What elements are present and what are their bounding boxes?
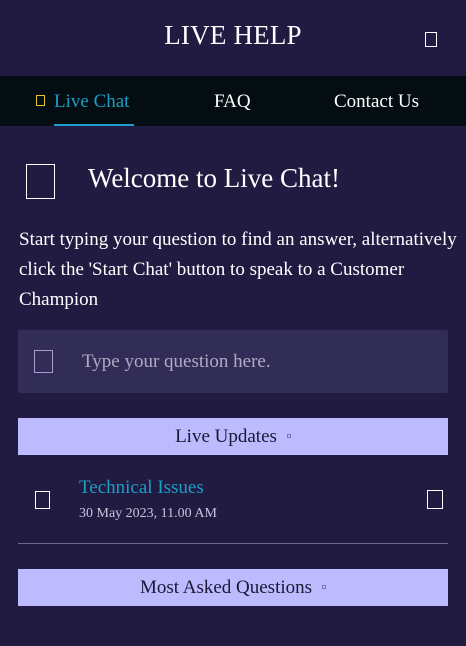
intro-text: Start typing your question to find an an…: [19, 229, 457, 310]
search-input[interactable]: [82, 330, 432, 393]
active-tab-indicator: [54, 124, 134, 126]
tab-faq-label: FAQ: [214, 91, 251, 112]
alert-icon: [35, 491, 50, 509]
most-asked-toggle[interactable]: Most Asked Questions: [18, 569, 448, 606]
chat-bubble-icon: [26, 164, 55, 199]
search-box: [18, 330, 448, 393]
chevron-right-icon[interactable]: [427, 490, 443, 509]
tab-contact-us-label: Contact Us: [334, 91, 419, 112]
live-updates-toggle[interactable]: Live Updates: [18, 418, 448, 455]
live-help-panel: LIVE HELP Live Chat FAQ Contact Us Welco…: [0, 0, 466, 646]
header: LIVE HELP: [0, 0, 466, 76]
most-asked-label: Most Asked Questions: [139, 577, 313, 598]
tab-contact-us[interactable]: Contact Us: [334, 76, 419, 126]
search-icon: [34, 350, 53, 373]
chevron-icon: [322, 585, 327, 589]
panel-title: LIVE HELP: [164, 20, 302, 50]
close-icon[interactable]: [425, 32, 437, 47]
tab-bar: Live Chat FAQ Contact Us: [0, 76, 466, 126]
tab-live-chat[interactable]: Live Chat: [36, 76, 134, 126]
update-date: 30 May 2023, 11.00 AM: [79, 506, 217, 521]
live-updates-label: Live Updates: [175, 426, 277, 447]
tab-faq[interactable]: FAQ: [214, 76, 251, 126]
update-title-link[interactable]: Technical Issues: [79, 477, 204, 499]
chat-icon: [36, 95, 45, 106]
divider: [18, 543, 448, 544]
chevron-icon: [286, 434, 291, 438]
tab-live-chat-label: Live Chat: [54, 91, 130, 112]
welcome-heading: Welcome to Live Chat!: [88, 163, 340, 193]
